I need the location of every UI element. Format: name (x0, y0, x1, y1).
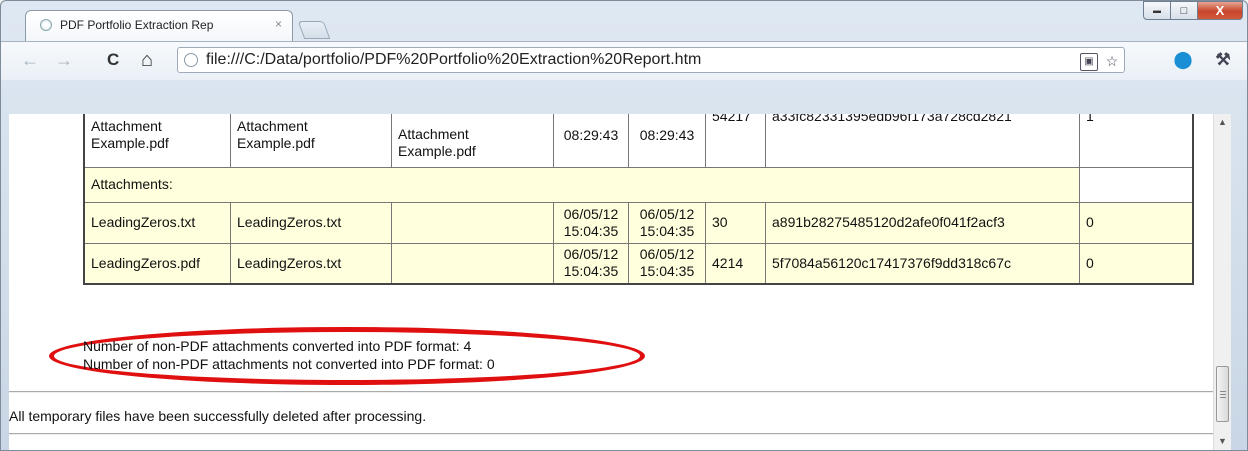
cell-created: 06/05/12 15:04:35 (553, 201, 629, 244)
browser-window: PDF Portfolio Extraction Rep × ▬ □ X ← →… (0, 0, 1248, 451)
grip-line (1220, 397, 1226, 398)
grip-line (1220, 391, 1226, 392)
attachments-header-row: Attachments: (83, 166, 1194, 203)
cell-checksum: 5f7084a56120c17417376f9dd318c67c (765, 242, 1080, 285)
title-bar: PDF Portfolio Extraction Rep × ▬ □ X (1, 1, 1247, 41)
address-bar[interactable]: file:///C:/Data/portfolio/PDF%20Portfoli… (177, 47, 1125, 73)
table-cell (1079, 166, 1194, 203)
cell-text: 1 (1086, 114, 1094, 124)
table-row: Attachment Example.pdf Attachment Exampl… (83, 114, 1194, 168)
table-cell: 08:29:43 (628, 114, 706, 168)
wrench-menu-icon[interactable]: ⚒ (1213, 50, 1233, 70)
close-icon: X (1215, 3, 1225, 18)
conversion-summary: Number of non-PDF attachments converted … (83, 337, 495, 373)
converted-count-text: Number of non-PDF attachments converted … (83, 338, 472, 354)
cell-text: 06/05/12 15:04:35 (563, 246, 619, 280)
page-content: Attachment Example.pdf Attachment Exampl… (9, 114, 1213, 450)
page-viewport: Attachment Example.pdf Attachment Exampl… (9, 114, 1231, 450)
cell-count: 0 (1079, 201, 1194, 244)
cell-created: 06/05/12 15:04:35 (553, 242, 629, 285)
table-cell: a33fc82331395edb96f173a728cd2821 (765, 114, 1080, 168)
table-cell: Attachment Example.pdf (230, 114, 392, 168)
new-tab-button[interactable] (297, 21, 331, 39)
cell-text: Attachment Example.pdf (237, 118, 315, 152)
minimize-icon: ▬ (1153, 6, 1161, 15)
tab-close-icon[interactable]: × (275, 17, 282, 31)
close-window-button[interactable]: X (1197, 1, 1243, 20)
scroll-thumb[interactable] (1216, 366, 1229, 422)
not-converted-count-text: Number of non-PDF attachments not conver… (83, 356, 495, 372)
tab-report[interactable]: PDF Portfolio Extraction Rep × (25, 10, 293, 41)
cell-text: 06/05/12 15:04:35 (563, 205, 619, 239)
page-globe-icon (184, 53, 198, 67)
cell-description (391, 201, 554, 244)
window-controls: ▬ □ X (1143, 1, 1243, 21)
cleanup-status-text: All temporary files have been successful… (9, 408, 427, 424)
cell-description (391, 242, 554, 285)
home-icon[interactable]: ⌂ (141, 50, 153, 70)
cell-count: 0 (1079, 242, 1194, 285)
cell-text: a33fc82331395edb96f173a728cd2821 (772, 114, 1012, 124)
divider (9, 391, 1213, 393)
cell-text: Attachment Example.pdf (398, 126, 476, 160)
cell-text: 54217 (712, 114, 751, 124)
table-cell: 1 (1079, 114, 1194, 168)
table-cell: Attachment Example.pdf (391, 114, 554, 168)
minimize-button[interactable]: ▬ (1143, 1, 1171, 20)
table-cell: 54217 (705, 114, 766, 168)
cell-size: 4214 (705, 242, 766, 285)
cell-text: 08:29:43 (563, 126, 619, 143)
grip-line (1220, 394, 1226, 395)
scroll-down-icon[interactable]: ▼ (1214, 433, 1231, 449)
cell-checksum: a891b28275485120d2afe0f041f2acf3 (765, 201, 1080, 244)
extension-badge-icon[interactable]: ▣ (1080, 53, 1098, 71)
page-favicon-icon (40, 19, 52, 31)
table-row: LeadingZeros.pdf LeadingZeros.txt 06/05/… (83, 242, 1194, 285)
browser-toolbar: ← → C ⌂ file:///C:/Data/portfolio/PDF%20… (1, 41, 1247, 80)
maximize-icon: □ (1180, 4, 1188, 17)
table-cell: Attachment Example.pdf (83, 114, 231, 168)
cell-original-name: LeadingZeros.txt (83, 201, 231, 244)
table-cell: 08:29:43 (553, 114, 629, 168)
skype-extension-icon[interactable]: ⬤ (1173, 50, 1193, 70)
vertical-scrollbar[interactable]: ▲ ▼ (1213, 114, 1231, 450)
cell-converted-name: LeadingZeros.txt (230, 242, 392, 285)
cell-modified: 06/05/12 15:04:35 (628, 242, 706, 285)
scroll-up-icon[interactable]: ▲ (1214, 114, 1231, 130)
tab-title: PDF Portfolio Extraction Rep (60, 18, 214, 32)
cell-size: 30 (705, 201, 766, 244)
bookmark-star-icon[interactable]: ☆ (1104, 53, 1120, 69)
cell-text: 06/05/12 15:04:35 (639, 246, 695, 280)
cell-modified: 06/05/12 15:04:35 (628, 201, 706, 244)
cell-text: 08:29:43 (639, 126, 695, 143)
back-arrow-icon[interactable]: ← (21, 51, 39, 69)
attachments-table: Attachment Example.pdf Attachment Exampl… (83, 114, 1194, 285)
reload-icon[interactable]: C (107, 51, 119, 69)
attachments-header: Attachments: (83, 166, 1080, 203)
cell-text: 06/05/12 15:04:35 (639, 205, 695, 239)
cell-text: Attachment Example.pdf (91, 118, 169, 152)
cell-converted-name: LeadingZeros.txt (230, 201, 392, 244)
divider (9, 433, 1213, 435)
url-text: file:///C:/Data/portfolio/PDF%20Portfoli… (206, 51, 702, 68)
cell-original-name: LeadingZeros.pdf (83, 242, 231, 285)
table-row: LeadingZeros.txt LeadingZeros.txt 06/05/… (83, 201, 1194, 244)
forward-arrow-icon[interactable]: → (55, 51, 73, 69)
maximize-button[interactable]: □ (1170, 1, 1198, 20)
